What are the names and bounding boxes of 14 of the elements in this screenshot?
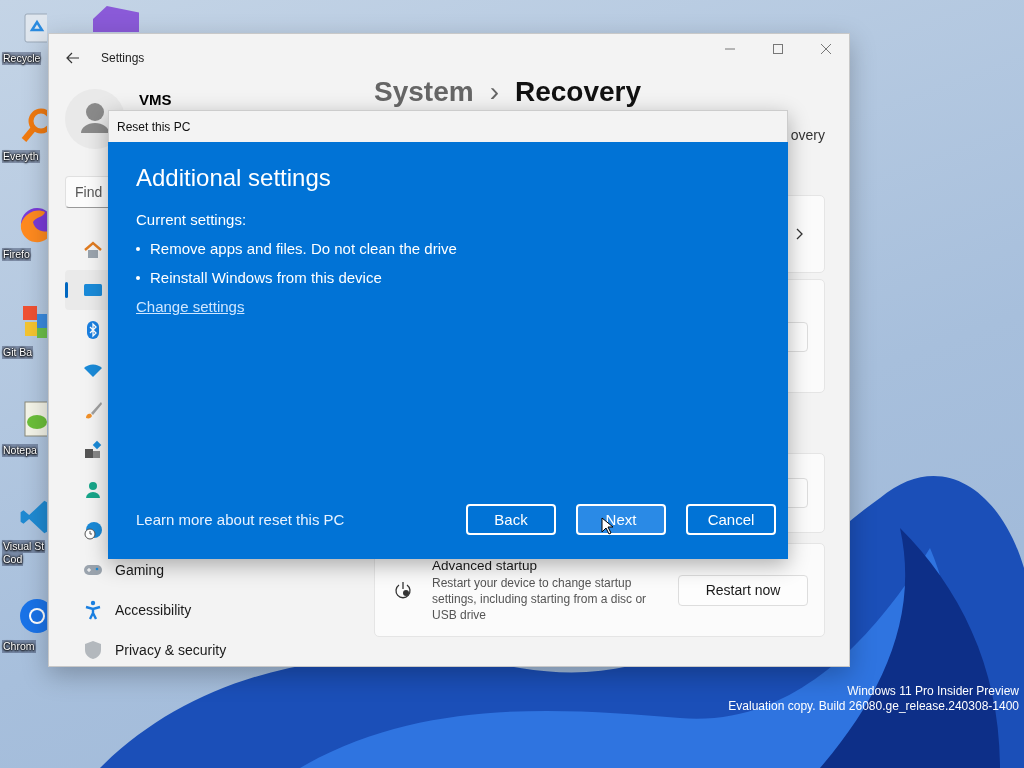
dialog-heading: Additional settings xyxy=(136,163,331,193)
edition-text: Windows 11 Pro Insider Preview xyxy=(847,684,1019,699)
setting-title: Advanced startup xyxy=(432,557,539,573)
window-title: Settings xyxy=(101,51,145,65)
page-title: Recovery xyxy=(514,75,642,109)
user-name: VMS xyxy=(139,91,172,108)
edition-text: Evaluation copy. Build 26080.ge_release.240308-1400 xyxy=(728,699,1019,714)
subtitle-text: overy xyxy=(790,127,825,143)
breadcrumb-separator: › xyxy=(489,75,499,109)
setting-summary: Reinstall Windows from this device xyxy=(150,269,382,286)
setting-description: Restart your device to change startup settings, including starting from a disc or USB drive xyxy=(432,574,648,623)
setting-summary: Remove apps and files. Do not clean the drive xyxy=(150,240,457,257)
current-settings-label: Current settings: xyxy=(136,211,247,228)
dialog-title: Reset this PC xyxy=(117,119,191,134)
